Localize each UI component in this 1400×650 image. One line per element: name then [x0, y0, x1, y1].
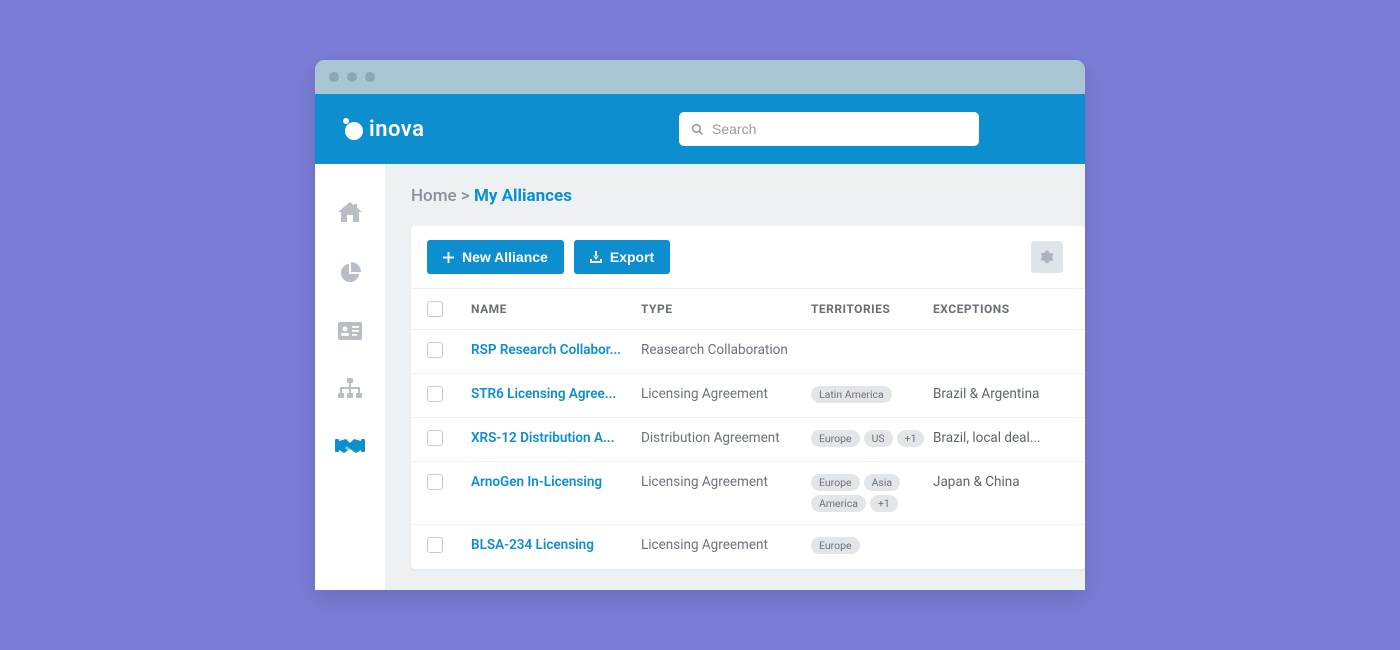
- home-icon: [338, 202, 362, 224]
- window-maximize-icon[interactable]: [365, 72, 375, 82]
- search-input[interactable]: [712, 121, 967, 137]
- territory-pill[interactable]: America: [811, 495, 866, 512]
- sidebar: [315, 164, 385, 590]
- gear-icon: [1040, 250, 1054, 264]
- row-name-link[interactable]: ArnoGen In-Licensing: [471, 474, 641, 490]
- app-logo[interactable]: inova: [341, 117, 424, 142]
- table-row: XRS-12 Distribution A...Distribution Agr…: [411, 418, 1085, 462]
- row-checkbox[interactable]: [427, 474, 443, 490]
- id-card-icon: [338, 322, 362, 340]
- row-checkbox[interactable]: [427, 342, 443, 358]
- territory-pill[interactable]: Europe: [811, 537, 860, 554]
- main-content: Home > My Alliances New Alliance Export: [385, 164, 1085, 590]
- hierarchy-icon: [338, 378, 362, 398]
- panel-toolbar: New Alliance Export: [411, 226, 1085, 289]
- territory-pill[interactable]: +1: [897, 430, 925, 447]
- settings-button[interactable]: [1031, 241, 1063, 273]
- row-checkbox[interactable]: [427, 430, 443, 446]
- table-row: BLSA-234 LicensingLicensing AgreementEur…: [411, 525, 1085, 569]
- row-type: Licensing Agreement: [641, 537, 811, 553]
- row-territories: Europe: [811, 537, 933, 554]
- window-close-icon[interactable]: [329, 72, 339, 82]
- territory-pill[interactable]: Europe: [811, 474, 860, 491]
- row-territories: EuropeAsia America+1: [811, 474, 933, 512]
- select-all-checkbox[interactable]: [427, 301, 443, 317]
- col-type[interactable]: TYPE: [641, 302, 811, 316]
- row-type: Licensing Agreement: [641, 386, 811, 402]
- row-checkbox[interactable]: [427, 386, 443, 402]
- new-alliance-button[interactable]: New Alliance: [427, 240, 564, 274]
- search-icon: [691, 123, 704, 136]
- logo-icon: [341, 118, 363, 140]
- table-row: ArnoGen In-LicensingLicensing AgreementE…: [411, 462, 1085, 525]
- app-body: Home > My Alliances New Alliance Export: [315, 164, 1085, 590]
- browser-window: inova Home: [315, 60, 1085, 590]
- sidebar-item-alliances[interactable]: [335, 436, 365, 456]
- sidebar-item-orgchart[interactable]: [338, 378, 362, 398]
- territory-pill[interactable]: +1: [870, 495, 898, 512]
- table-header: NAME TYPE TERRITORIES EXCEPTIONS: [411, 289, 1085, 330]
- breadcrumb-separator: >: [461, 186, 470, 206]
- row-checkbox[interactable]: [427, 537, 443, 553]
- sidebar-item-analytics[interactable]: [339, 262, 361, 284]
- breadcrumb-root[interactable]: Home: [411, 186, 457, 206]
- row-exceptions: Brazil, local deal...: [933, 430, 1053, 446]
- export-button[interactable]: Export: [574, 240, 670, 274]
- table-row: RSP Research Collabor...Reasearch Collab…: [411, 330, 1085, 374]
- sidebar-item-contacts[interactable]: [338, 322, 362, 340]
- row-name-link[interactable]: XRS-12 Distribution A...: [471, 430, 641, 446]
- territory-pill[interactable]: Latin America: [811, 386, 892, 403]
- search-bar[interactable]: [679, 112, 979, 146]
- territory-pill[interactable]: Asia: [864, 474, 901, 491]
- territory-pill[interactable]: Europe: [811, 430, 860, 447]
- col-name[interactable]: NAME: [471, 302, 641, 316]
- window-minimize-icon[interactable]: [347, 72, 357, 82]
- row-type: Licensing Agreement: [641, 474, 811, 490]
- breadcrumb-current: My Alliances: [474, 186, 572, 206]
- breadcrumb: Home > My Alliances: [411, 186, 1085, 206]
- row-name-link[interactable]: RSP Research Collabor...: [471, 342, 641, 358]
- col-territories[interactable]: TERRITORIES: [811, 302, 933, 316]
- row-exceptions: Brazil & Argentina: [933, 386, 1053, 402]
- row-exceptions: Japan & China: [933, 474, 1053, 490]
- row-territories: Latin America: [811, 386, 933, 403]
- export-label: Export: [610, 249, 654, 265]
- sidebar-item-home[interactable]: [338, 202, 362, 224]
- col-exceptions[interactable]: EXCEPTIONS: [933, 302, 1053, 316]
- alliance-panel: New Alliance Export NAME TYPE TERRITORIE…: [411, 226, 1085, 569]
- browser-titlebar: [315, 60, 1085, 94]
- handshake-icon: [335, 436, 365, 456]
- plus-icon: [443, 252, 454, 263]
- row-name-link[interactable]: BLSA-234 Licensing: [471, 537, 641, 553]
- pie-chart-icon: [339, 262, 361, 284]
- table-body: RSP Research Collabor...Reasearch Collab…: [411, 330, 1085, 569]
- new-alliance-label: New Alliance: [462, 249, 548, 265]
- app-header: inova: [315, 94, 1085, 164]
- download-icon: [590, 251, 602, 263]
- row-name-link[interactable]: STR6 Licensing Agree...: [471, 386, 641, 402]
- row-territories: EuropeUS+1: [811, 430, 933, 447]
- table-row: STR6 Licensing Agree...Licensing Agreeme…: [411, 374, 1085, 418]
- territory-pill[interactable]: US: [864, 430, 893, 447]
- logo-text: inova: [369, 117, 424, 142]
- row-type: Distribution Agreement: [641, 430, 811, 446]
- row-type: Reasearch Collaboration: [641, 342, 811, 358]
